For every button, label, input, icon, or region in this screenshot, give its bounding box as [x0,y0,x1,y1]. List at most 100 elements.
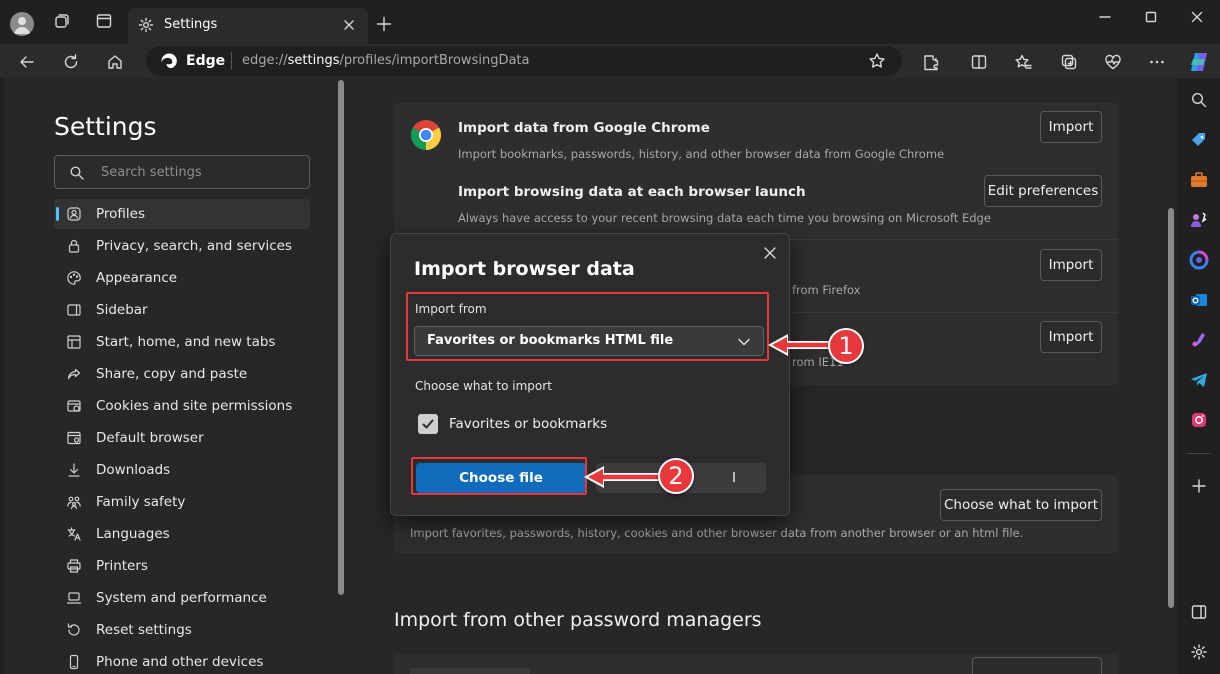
sidebar-item-languages[interactable]: Languages [54,519,310,549]
sidebar-item-appearance[interactable]: Appearance [54,263,310,293]
sidebar-item-label: Cookies and site permissions [96,398,293,414]
sidebar-item-privacy-search-and-services[interactable]: Privacy, search, and services [54,231,310,261]
games-icon[interactable] [1185,206,1213,234]
active-indicator [56,207,59,221]
minimize-icon[interactable] [1090,6,1120,28]
title-bar: Settings [0,0,1220,44]
url-prefix: edge:// [242,53,288,68]
close-tab-icon[interactable] [342,18,356,32]
sidebar-item-label: Family safety [96,494,186,510]
hide-sidebar-icon[interactable] [1185,598,1213,626]
back-icon[interactable] [12,48,42,76]
tools-icon[interactable] [1185,166,1213,194]
close-window-icon[interactable] [1182,6,1212,28]
address-bar[interactable]: Edge edge://settings/profiles/importBrow… [146,46,902,76]
person-icon [14,17,30,34]
sidebar-item-label: Sidebar [96,302,148,318]
extensions-icon[interactable] [916,48,946,76]
collections-icon[interactable] [1054,48,1084,76]
shopping-tag-icon[interactable] [1185,126,1213,154]
password-import-button[interactable] [972,657,1102,674]
cookie-icon [67,400,81,412]
new-tab-icon[interactable] [376,16,392,32]
favorite-star-icon[interactable] [868,52,886,70]
outlook-icon[interactable] [1185,286,1213,314]
profile-icon [67,207,81,221]
tab-actions-icon[interactable] [89,10,119,32]
sidebar-item-sidebar[interactable]: Sidebar [54,295,310,325]
home-icon[interactable] [100,48,130,76]
search-input[interactable]: Search settings [54,155,310,189]
import-chrome-button[interactable]: Import [1040,111,1102,143]
sidebar-item-reset-settings[interactable]: Reset settings [54,615,310,645]
reset-icon [67,623,80,636]
tab-settings[interactable]: Settings [128,8,368,44]
sidebar-item-downloads[interactable]: Downloads [54,455,310,485]
refresh-icon[interactable] [56,48,86,76]
nav-scrollbar-thumb[interactable] [338,80,344,595]
workspaces-icon[interactable] [47,10,77,32]
search-icon[interactable] [1185,86,1213,114]
sidebar-item-start-home-and-new-tabs[interactable]: Start, home, and new tabs [54,327,310,357]
instagram-icon[interactable] [1185,406,1213,434]
main-scrollbar-thumb[interactable] [1168,208,1174,608]
browser-essentials-icon[interactable] [1098,48,1128,76]
address-toolbar: Edge edge://settings/profiles/importBrow… [0,44,1220,78]
launch-import-desc: Always have access to your recent browsi… [458,211,991,225]
search-icon [70,166,84,180]
share-icon [67,368,81,380]
lock-icon [68,239,80,253]
sidebar-divider [1187,453,1211,454]
cut-off-row-text [410,668,530,674]
microsoft365-icon[interactable] [1185,246,1213,274]
password-managers-title: Import from other password managers [394,609,762,631]
sidebar-item-label: Printers [96,558,148,574]
designer-icon[interactable] [1185,326,1213,354]
sidebar-item-default-browser[interactable]: Default browser [54,423,310,453]
page-title: Settings [54,112,157,141]
bookmarks-checkbox[interactable] [418,414,438,434]
nav-scrollbar[interactable] [338,78,344,674]
import-firefox-button[interactable]: Import [1040,249,1102,281]
sidebar-item-family-safety[interactable]: Family safety [54,487,310,517]
add-icon[interactable] [1185,472,1213,500]
password-import-card [394,654,1118,674]
copilot-icon[interactable] [1184,48,1214,76]
maximize-icon[interactable] [1136,6,1166,28]
sidebar-item-label: Downloads [96,462,171,478]
profile-avatar[interactable] [10,12,34,36]
sidebar-item-label: Reset settings [96,622,192,638]
edit-preferences-button[interactable]: Edit preferences [984,175,1102,207]
sidebar-item-share-copy-and-paste[interactable]: Share, copy and paste [54,359,310,389]
sidebar-settings-icon[interactable] [1185,638,1213,666]
sidebar-item-profiles[interactable]: Profiles [54,199,310,229]
tab-title: Settings [164,17,218,32]
browser-icon [67,431,81,445]
other-import-desc: Import favorites, passwords, history, co… [410,526,1024,540]
more-options-icon[interactable] [1142,48,1172,76]
close-icon[interactable] [759,242,781,264]
import-ie-button[interactable]: Import [1040,321,1102,353]
sidebar-item-cookies-and-site-permissions[interactable]: Cookies and site permissions [54,391,310,421]
sidebar-item-label: Phone and other devices [96,654,264,670]
sidebar-item-phone-and-other-devices[interactable]: Phone and other devices [54,647,310,674]
sidebar-item-label: Share, copy and paste [96,366,248,382]
split-screen-icon[interactable] [964,48,994,76]
arrow-2-icon [584,466,666,488]
sidebar-item-label: Default browser [96,430,204,446]
sidebar-item-label: Profiles [96,206,146,222]
edge-logo-icon [161,53,177,69]
url-text[interactable]: edge://settings/profiles/importBrowsingD… [242,53,529,68]
choose-import-label: Choose what to import [415,379,552,393]
cancel-button-label: l [732,470,736,486]
favorites-icon[interactable] [1008,48,1038,76]
checkmark-icon [422,419,434,429]
sidebar-item-system-and-performance[interactable]: System and performance [54,583,310,613]
sidebar-item-printers[interactable]: Printers [54,551,310,581]
telegram-icon[interactable] [1185,366,1213,394]
address-separator [231,52,232,70]
search-placeholder: Search settings [101,165,202,180]
printer-icon [67,559,81,573]
choose-what-to-import-button[interactable]: Choose what to import [940,489,1102,521]
sidebar-item-label: Privacy, search, and services [96,238,292,254]
